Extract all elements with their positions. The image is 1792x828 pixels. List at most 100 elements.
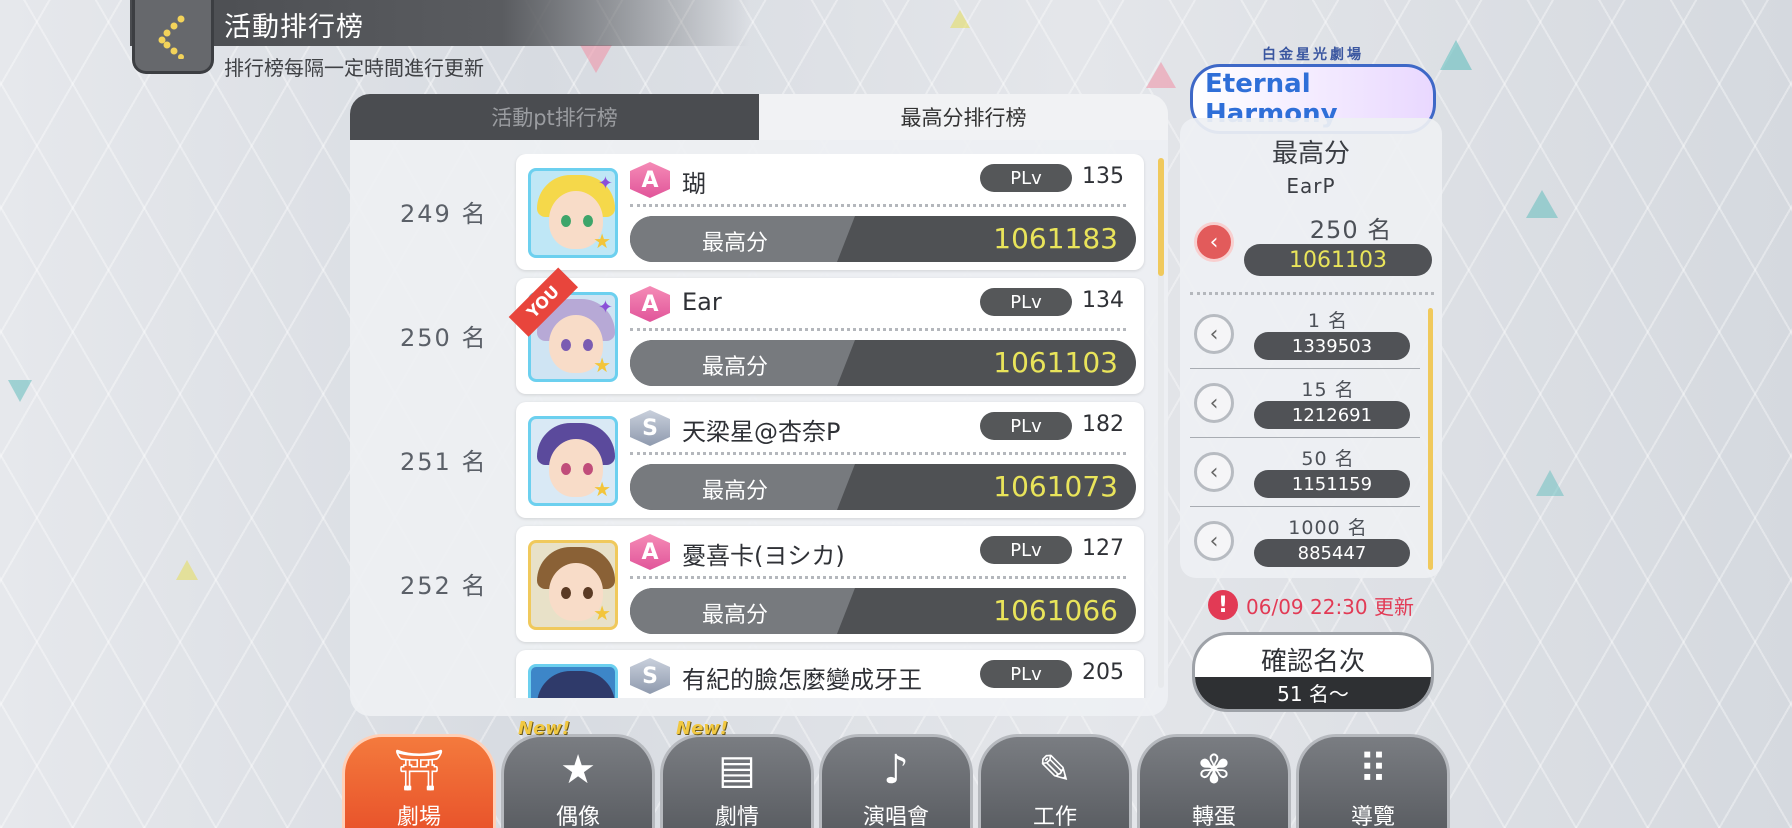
border-rank: 1000 名	[1288, 517, 1368, 539]
update-note: ! 06/09 22:30 更新	[1208, 590, 1414, 620]
chevron-left-icon: ‹	[1209, 390, 1219, 416]
player-avatar	[528, 664, 618, 698]
list-scrollbar-thumb[interactable]	[1158, 158, 1164, 276]
back-button[interactable]	[132, 0, 214, 74]
jump-to-rank-button[interactable]: ‹	[1194, 383, 1234, 423]
page-title: 活動排行榜	[224, 12, 364, 43]
player-name: 瑚	[682, 170, 706, 198]
nav-live[interactable]: ♪ 演唱會	[819, 734, 973, 828]
score-summary-panel: 最高分 EarP ‹ 250 名 1061103 ‹ 1 名 1339503 ‹…	[1180, 118, 1442, 578]
decor-triangle	[580, 45, 612, 73]
avatar-eye	[583, 339, 593, 351]
player-name: 憂喜卡(ヨシカ)	[682, 542, 845, 570]
gacha-icon: ✾	[1197, 747, 1231, 793]
avatar-hair	[537, 671, 615, 698]
confirm-rank-label: 確認名次	[1260, 647, 1365, 677]
plv-label: PLv	[980, 660, 1072, 688]
tab-event-pt[interactable]: 活動pt排行榜	[350, 94, 759, 140]
update-time: 06/09 22:30 更新	[1246, 594, 1414, 619]
player-card[interactable]: ★ A 憂喜卡(ヨシカ) PLv 127 最高分 1061066	[516, 526, 1144, 642]
sparkle-icon: ✦	[597, 297, 613, 318]
ranking-row[interactable]: 251 名 ★ S 天梁星@杏奈P PLv 182 最高分 1061073	[350, 402, 1168, 518]
nav-theater[interactable]: ⛩ 劇場	[342, 734, 496, 828]
border-rank-row[interactable]: ‹ 50 名 1151159	[1180, 440, 1442, 508]
score-value: 1061183	[993, 222, 1118, 255]
confirm-rank-sublabel: 51 名～	[1195, 677, 1431, 709]
star-icon: ★	[593, 229, 611, 253]
jump-to-rank-button[interactable]: ‹	[1194, 314, 1234, 354]
work-icon: ✎	[1038, 747, 1072, 793]
nav-guide[interactable]: ⠿ 導覽	[1296, 734, 1450, 828]
jump-to-my-rank-button[interactable]: ‹	[1194, 222, 1234, 262]
border-rank-row[interactable]: ‹ 1 名 1339503	[1180, 302, 1442, 370]
ranking-row[interactable]: 249 名 ✦ ★ A 瑚 PLv 135 最高分 1061183	[350, 154, 1168, 270]
plv-value: 182	[1082, 412, 1124, 437]
plv-label: PLv	[980, 412, 1072, 440]
header-bar	[130, 0, 750, 46]
rank-badge: S	[630, 658, 670, 694]
nav-story[interactable]: ▤ 劇情	[660, 734, 814, 828]
ranking-tabs: 活動pt排行榜 最高分排行榜	[350, 94, 1168, 140]
divider	[630, 452, 1126, 455]
avatar-eye	[561, 587, 571, 599]
chevron-left-icon: ‹	[1209, 528, 1219, 554]
player-card[interactable]: ✦ ★ YOU A Ear PLv 134 最高分 1061103	[508, 267, 1144, 394]
nav-label: 導覽	[1350, 805, 1395, 828]
divider	[1190, 437, 1420, 438]
star-icon: ★	[593, 353, 611, 377]
new-badge: New!	[518, 718, 571, 739]
divider	[1190, 292, 1434, 295]
confirm-rank-button[interactable]: 確認名次 51 名～	[1192, 632, 1434, 712]
score-label: 最高分	[702, 231, 769, 256]
ranking-row[interactable]: 252 名 ★ A 憂喜卡(ヨシカ) PLv 127 最高分 1061066	[350, 526, 1168, 642]
avatar-eye	[583, 463, 593, 475]
player-card[interactable]: ★ S 天梁星@杏奈P PLv 182 最高分 1061073	[516, 402, 1144, 518]
nav-idol[interactable]: ★ 偶像	[501, 734, 655, 828]
sparkle-icon: ✦	[597, 173, 613, 194]
score-bar: 最高分 1061073	[630, 464, 1136, 510]
decor-triangle	[1440, 40, 1472, 70]
score-label: 最高分	[702, 603, 769, 628]
border-rank: 15 名	[1301, 379, 1355, 401]
jump-to-rank-button[interactable]: ‹	[1194, 452, 1234, 492]
nav-gacha[interactable]: ✾ 轉蛋	[1137, 734, 1291, 828]
score-label: 最高分	[702, 355, 769, 380]
nav-work[interactable]: ✎ 工作	[978, 734, 1132, 828]
player-card[interactable]: ✦ ★ A 瑚 PLv 135 最高分 1061183	[516, 154, 1144, 270]
tab-high-score[interactable]: 最高分排行榜	[759, 94, 1168, 140]
nav-label: 演唱會	[862, 805, 929, 828]
rank-badge: A	[630, 534, 670, 570]
rank-position: 249 名	[400, 200, 488, 228]
menu-grid-icon: ⠿	[1358, 747, 1388, 793]
ranking-panel: 活動pt排行榜 最高分排行榜 249 名 ✦ ★ A 瑚 PLv 135 最高分…	[350, 94, 1168, 716]
avatar-eye	[561, 339, 571, 351]
nav-label: 偶像	[555, 805, 600, 828]
jump-to-rank-button[interactable]: ‹	[1194, 521, 1234, 561]
plv-label: PLv	[980, 164, 1072, 192]
ranking-list[interactable]: 249 名 ✦ ★ A 瑚 PLv 135 最高分 1061183 250 名 …	[350, 154, 1168, 698]
ranking-row[interactable]: 250 名 ✦ ★ YOU A Ear PLv 134 最高分 1061103	[350, 267, 1168, 394]
decor-triangle	[950, 10, 970, 28]
idol-icon: ★	[560, 747, 596, 793]
border-rank: 1 名	[1307, 310, 1349, 332]
player-card[interactable]: S 有紀的臉怎麼變成牙王 PLv 205	[516, 650, 1144, 698]
player-avatar: ★	[528, 540, 618, 630]
player-avatar: ★	[528, 416, 618, 506]
summary-player-name: EarP	[1286, 174, 1336, 198]
divider	[1190, 368, 1420, 369]
star-icon: ★	[593, 477, 611, 501]
my-rank: 250 名	[1309, 216, 1393, 244]
border-rank-row[interactable]: ‹ 15 名 1212691	[1180, 371, 1442, 439]
rank-badge: S	[630, 410, 670, 446]
ranking-row[interactable]: S 有紀的臉怎麼變成牙王 PLv 205	[350, 650, 1168, 698]
avatar-eye	[583, 587, 593, 599]
border-rank-row[interactable]: ‹ 1000 名 885447	[1180, 509, 1442, 577]
new-badge: New!	[676, 718, 729, 739]
player-avatar: ✦ ★	[528, 168, 618, 258]
theater-icon: ⛩	[393, 748, 445, 794]
rank-position: 250 名	[400, 324, 488, 352]
border-score: 885447	[1254, 539, 1410, 567]
border-list-scrollbar[interactable]	[1428, 308, 1433, 570]
nav-label: 劇情	[714, 805, 759, 828]
my-score: 1061103	[1244, 244, 1432, 276]
